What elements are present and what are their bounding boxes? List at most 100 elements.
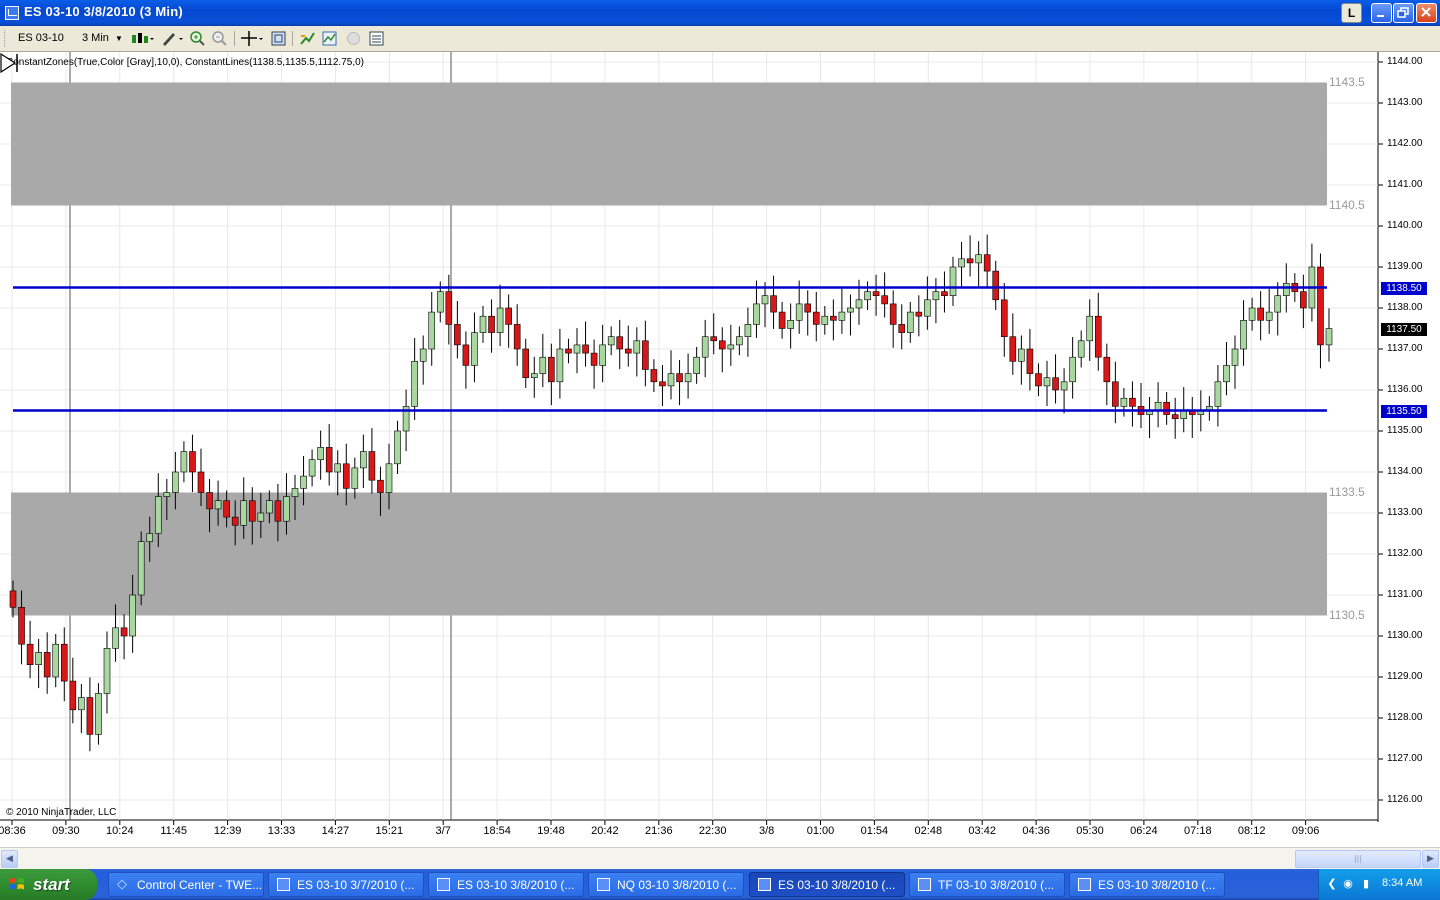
zoom-in-icon[interactable] (189, 30, 206, 47)
candle-body (872, 291, 880, 297)
candle-body (129, 594, 136, 637)
price-tick-label: 1126.00 (1387, 794, 1423, 805)
candle-body (317, 447, 324, 460)
candle-body (163, 492, 171, 497)
chevron-down-icon: ▼ (114, 34, 123, 43)
bar-style-icon[interactable] (130, 30, 154, 47)
time-tick-label: 07:18 (1184, 825, 1212, 837)
indicators-icon[interactable] (321, 30, 338, 47)
candle-body (727, 344, 735, 350)
taskbar-button[interactable]: ES 03-10 3/8/2010 (... (428, 872, 584, 897)
taskbar-button-label: NQ 03-10 3/8/2010 (... (617, 878, 737, 892)
candle-body (770, 295, 777, 313)
last-price-marker: 1137.50 (1381, 322, 1427, 336)
instrument-selector[interactable]: ES 03-10 ▼ (18, 30, 76, 60)
price-chart[interactable] (0, 52, 1440, 847)
candle-body (539, 356, 547, 374)
candle-body (556, 348, 564, 383)
candle-body (915, 311, 923, 317)
candle-body (274, 500, 282, 522)
taskbar-button[interactable]: ◇ Control Center - TWE... (108, 872, 264, 897)
candle-body (701, 336, 709, 358)
minimize-icon (1377, 15, 1384, 17)
candle-body (1300, 291, 1307, 309)
candle-body (1086, 315, 1094, 342)
candle-body (479, 315, 487, 333)
candle-body (599, 344, 606, 366)
candle-body (642, 340, 649, 370)
candle-body (710, 336, 718, 342)
restore-icon (1397, 7, 1409, 18)
time-tick-label: 04:36 (1022, 825, 1050, 837)
start-button[interactable]: start (0, 869, 97, 900)
candle-body (325, 447, 333, 473)
candle-body (983, 254, 991, 272)
candle-body (436, 291, 444, 313)
constant-zone (11, 82, 1327, 206)
time-tick-label: 20:42 (591, 825, 619, 837)
chart-scrollbar[interactable]: ◀ ||| ▶ (0, 847, 1440, 870)
price-tick-label: 1130.00 (1387, 630, 1423, 641)
candle-body (462, 344, 470, 366)
candle-body (1240, 319, 1247, 350)
candle-body (633, 340, 641, 354)
candle-body (112, 627, 119, 649)
zoom-out-icon[interactable] (211, 30, 228, 47)
network-icon[interactable]: ◉ (1341, 877, 1355, 891)
candle-body (385, 463, 393, 493)
candle-body (659, 381, 666, 387)
price-tick-label: 1144.00 (1387, 56, 1423, 67)
taskbar-button[interactable]: ES 03-10 3/8/2010 (... (1069, 872, 1225, 897)
minimize-button[interactable] (1371, 3, 1392, 23)
properties-icon[interactable] (368, 30, 385, 47)
price-tick-label: 1139.00 (1387, 261, 1423, 272)
close-button[interactable] (1416, 3, 1437, 23)
taskbar-button[interactable]: NQ 03-10 3/8/2010 (... (588, 872, 744, 897)
restore-button[interactable] (1393, 3, 1414, 23)
candle-body (795, 303, 803, 321)
candle-body (821, 315, 829, 325)
link-button[interactable]: L (1341, 3, 1362, 23)
candle-body (291, 488, 299, 497)
scrollbar-thumb[interactable]: ||| (1295, 850, 1421, 868)
drawing-tools-icon[interactable] (160, 30, 184, 47)
taskbar-button[interactable]: TF 03-10 3/8/2010 (... (909, 872, 1065, 897)
time-tick-label: 3/8 (758, 825, 775, 837)
taskbar-button[interactable]: ES 03-10 3/8/2010 (... (749, 872, 905, 897)
taskbar-button-label: ES 03-10 3/7/2010 (... (297, 878, 415, 892)
toolbar-grip[interactable] (4, 30, 8, 47)
scroll-left-arrow-icon[interactable]: ◀ (1, 850, 18, 868)
battery-icon[interactable]: ▮ (1359, 877, 1373, 891)
interval-selector[interactable]: 3 Min ▼ (82, 30, 124, 47)
data-box-icon[interactable] (270, 30, 287, 47)
candle-body (95, 693, 102, 735)
strategies-icon[interactable] (299, 30, 316, 47)
crosshair-icon[interactable] (240, 30, 264, 47)
candle-body (881, 295, 888, 305)
window-title-bar[interactable]: ES 03-10 3/8/2010 (3 Min) L (0, 0, 1440, 26)
candle-body (1317, 266, 1324, 346)
taskbar-button[interactable]: ES 03-10 3/7/2010 (... (268, 872, 424, 897)
candle-body (676, 373, 683, 383)
time-tick-label: 01:00 (806, 825, 835, 837)
price-tick-label: 1136.00 (1387, 384, 1423, 395)
candle-body (906, 311, 914, 333)
candle-body (1282, 283, 1290, 296)
candle-body (411, 360, 418, 407)
candle-body (1129, 397, 1136, 407)
candle-body (334, 463, 342, 473)
scroll-to-end-icon[interactable] (0, 52, 20, 74)
interval-label: 3 Min (82, 32, 109, 44)
time-tick-label: 08:36 (0, 825, 26, 837)
scroll-right-arrow-icon[interactable]: ▶ (1422, 850, 1439, 868)
tray-expand-icon[interactable]: ❮ (1325, 877, 1339, 891)
time-tick-label: 05:30 (1076, 825, 1104, 837)
candle-body (1043, 377, 1051, 387)
candle-body (231, 516, 239, 526)
chart-trader-icon[interactable] (345, 30, 362, 47)
candle-body (283, 496, 290, 522)
candle-body (26, 643, 34, 666)
chart-panel[interactable]: ConstantZones(True,Color [Gray],10,0), C… (0, 52, 1440, 847)
candle-body (573, 344, 581, 354)
candle-body (1248, 307, 1256, 321)
